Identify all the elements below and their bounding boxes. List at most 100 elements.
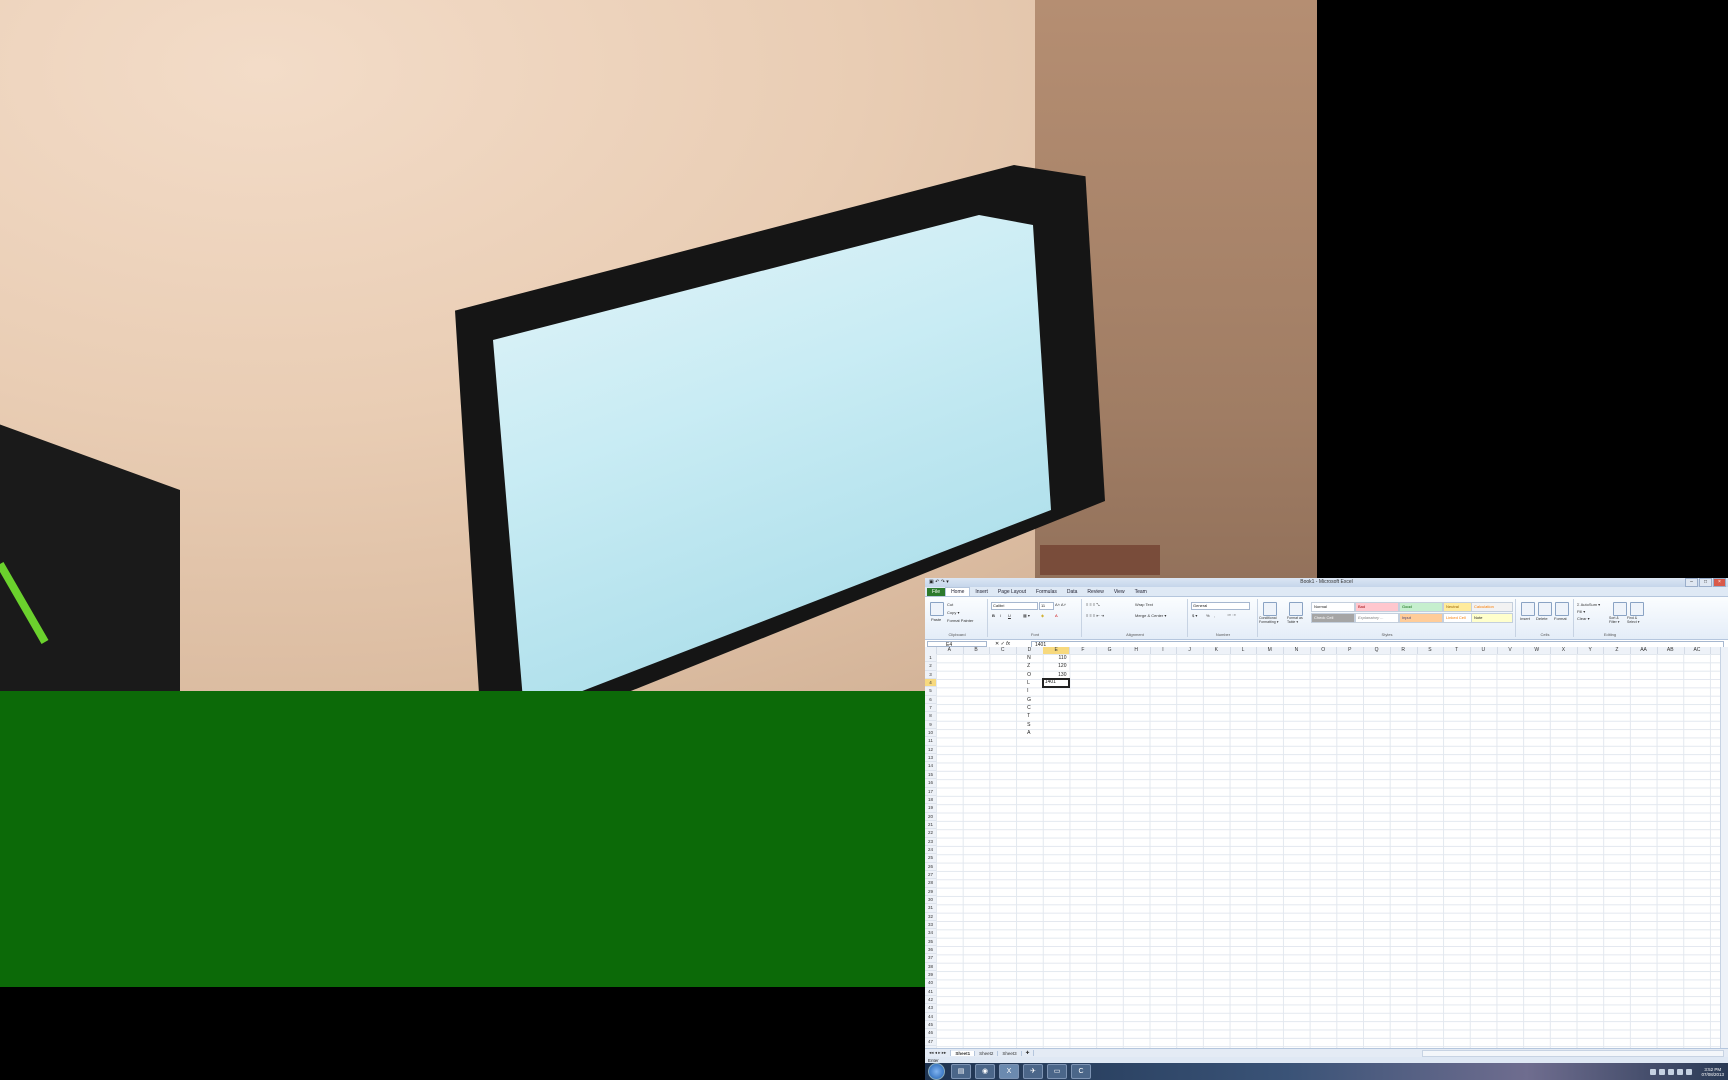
row-header[interactable]: 12 <box>925 746 936 755</box>
wrap-text-button[interactable]: Wrap Text <box>1135 602 1153 607</box>
close-button[interactable]: × <box>1713 578 1726 587</box>
column-header[interactable]: F <box>1070 647 1098 654</box>
column-header[interactable]: M <box>1256 647 1285 654</box>
grow-font-icon[interactable]: A˄ A˅ <box>1055 602 1066 607</box>
tab-data[interactable]: Data <box>1062 588 1083 596</box>
column-header[interactable]: L <box>1230 647 1258 654</box>
cell[interactable]: N <box>1027 654 1031 662</box>
font-size-select[interactable]: 11 <box>1039 602 1054 610</box>
tab-page-layout[interactable]: Page Layout <box>993 588 1031 596</box>
row-header[interactable]: 27 <box>925 871 936 880</box>
row-header[interactable]: 18 <box>925 796 936 805</box>
row-header[interactable]: 13 <box>925 754 936 763</box>
column-header[interactable]: O <box>1310 647 1338 654</box>
vertical-scrollbar[interactable] <box>1720 647 1728 1049</box>
insert-sheet-icon[interactable]: ✚ <box>1022 1050 1035 1056</box>
sheet-tab-2[interactable]: Sheet2 <box>975 1050 999 1056</box>
row-header[interactable]: 32 <box>925 913 936 921</box>
spreadsheet-grid[interactable]: A B C D E F G H I J K L M N O P Q R S T U V W X Y Z AA AB AC 1234567… <box>925 647 1721 1049</box>
column-header[interactable]: J <box>1176 647 1204 654</box>
style-calculation[interactable]: Calculation <box>1471 602 1513 612</box>
row-header[interactable]: 21 <box>925 821 936 830</box>
column-header[interactable]: Z <box>1604 647 1632 654</box>
row-header[interactable]: 25 <box>925 854 936 863</box>
underline-button[interactable]: U <box>1008 613 1011 618</box>
column-header[interactable]: Q <box>1363 647 1391 654</box>
row-header[interactable]: 47 <box>925 1038 936 1047</box>
excel-icon[interactable]: X <box>999 1064 1019 1079</box>
minimize-button[interactable]: – <box>1685 578 1698 587</box>
row-header[interactable]: 41 <box>925 988 936 997</box>
row-header[interactable]: 30 <box>925 896 936 905</box>
format-painter-button[interactable]: Format Painter <box>947 618 973 623</box>
cell[interactable]: 120 <box>1043 662 1066 670</box>
column-header[interactable]: H <box>1123 647 1151 654</box>
row-header[interactable]: 17 <box>925 788 936 796</box>
cell[interactable]: 110 <box>1043 654 1067 662</box>
row-header[interactable]: 31 <box>925 904 936 913</box>
column-header[interactable]: X <box>1550 647 1578 654</box>
cell[interactable]: S <box>1027 721 1030 729</box>
borders-icon[interactable]: ▦ ▾ <box>1023 613 1030 618</box>
row-header[interactable]: 10 <box>925 729 936 738</box>
row-header[interactable]: 24 <box>925 846 936 855</box>
column-header[interactable]: W <box>1523 647 1552 654</box>
conditional-formatting-button[interactable]: Conditional Formatting ▾ <box>1259 616 1283 624</box>
cell[interactable]: G <box>1027 696 1031 704</box>
row-header[interactable]: 20 <box>925 813 936 821</box>
font-color-icon[interactable]: A <box>1055 613 1058 618</box>
row-header[interactable]: 46 <box>925 1029 936 1038</box>
row-header[interactable]: 3 <box>925 671 936 680</box>
find-select-icon[interactable] <box>1630 602 1644 616</box>
column-header[interactable]: T <box>1443 647 1471 654</box>
row-header[interactable]: 6 <box>925 696 936 705</box>
align-horizontal-icons[interactable]: ≡ ≡ ≡ ⇤ ⇥ <box>1086 613 1104 618</box>
format-as-table-icon[interactable] <box>1289 602 1303 616</box>
cell[interactable]: C <box>1027 704 1031 712</box>
style-note[interactable]: Note <box>1471 613 1513 623</box>
column-header[interactable]: AA <box>1630 647 1658 654</box>
sort-filter-button[interactable]: Sort & Filter ▾ <box>1609 616 1627 624</box>
copy-button[interactable]: Copy ▾ <box>947 610 959 615</box>
volume-icon[interactable] <box>1686 1068 1693 1075</box>
column-header[interactable]: G <box>1096 647 1124 654</box>
cut-button[interactable]: Cut <box>947 602 953 607</box>
insert-cells-icon[interactable] <box>1521 602 1535 616</box>
row-header[interactable]: 42 <box>925 996 936 1005</box>
delete-button[interactable]: Delete <box>1536 616 1548 621</box>
column-header[interactable]: B <box>963 647 991 654</box>
number-format-select[interactable]: General <box>1191 602 1250 610</box>
chrome-icon[interactable]: ◉ <box>975 1064 995 1079</box>
row-header[interactable]: 1 <box>925 654 936 663</box>
row-header[interactable]: 2 <box>925 662 936 671</box>
row-header[interactable]: 36 <box>925 946 936 955</box>
align-top-icons[interactable]: ≡ ≡ ≡ ⤡ <box>1086 602 1100 607</box>
start-button[interactable] <box>928 1063 945 1080</box>
row-header[interactable]: 8 <box>925 712 936 721</box>
tray-icon[interactable] <box>1659 1068 1666 1075</box>
row-header[interactable]: 35 <box>925 938 936 947</box>
cell[interactable]: A <box>1027 729 1030 737</box>
font-name-select[interactable]: Calibri <box>991 602 1038 610</box>
row-header[interactable]: 26 <box>925 863 936 871</box>
column-header[interactable]: U <box>1470 647 1498 654</box>
percent-button[interactable]: % <box>1206 613 1210 618</box>
format-button[interactable]: Format <box>1554 616 1567 621</box>
active-cell-editor[interactable]: 1401 <box>1041 678 1071 689</box>
app-icon[interactable]: ✈ <box>1023 1064 1043 1079</box>
column-header[interactable]: P <box>1337 647 1365 654</box>
row-header[interactable]: 37 <box>925 954 936 963</box>
network-icon[interactable] <box>1677 1068 1684 1075</box>
row-header[interactable]: 14 <box>925 762 936 771</box>
clock[interactable]: 3:52 PM 07/08/2013 <box>1701 1067 1724 1077</box>
row-header[interactable]: 43 <box>925 1004 936 1013</box>
tab-view[interactable]: View <box>1109 588 1130 596</box>
column-header[interactable]: K <box>1203 647 1231 654</box>
row-header[interactable]: 29 <box>925 888 936 896</box>
clear-button[interactable]: Clear ▾ <box>1577 616 1590 621</box>
row-header[interactable]: 44 <box>925 1013 936 1022</box>
maximize-button[interactable]: □ <box>1699 578 1712 587</box>
row-header[interactable]: 5 <box>925 687 936 696</box>
tab-formulas[interactable]: Formulas <box>1031 588 1062 596</box>
row-header[interactable]: 9 <box>925 721 936 730</box>
